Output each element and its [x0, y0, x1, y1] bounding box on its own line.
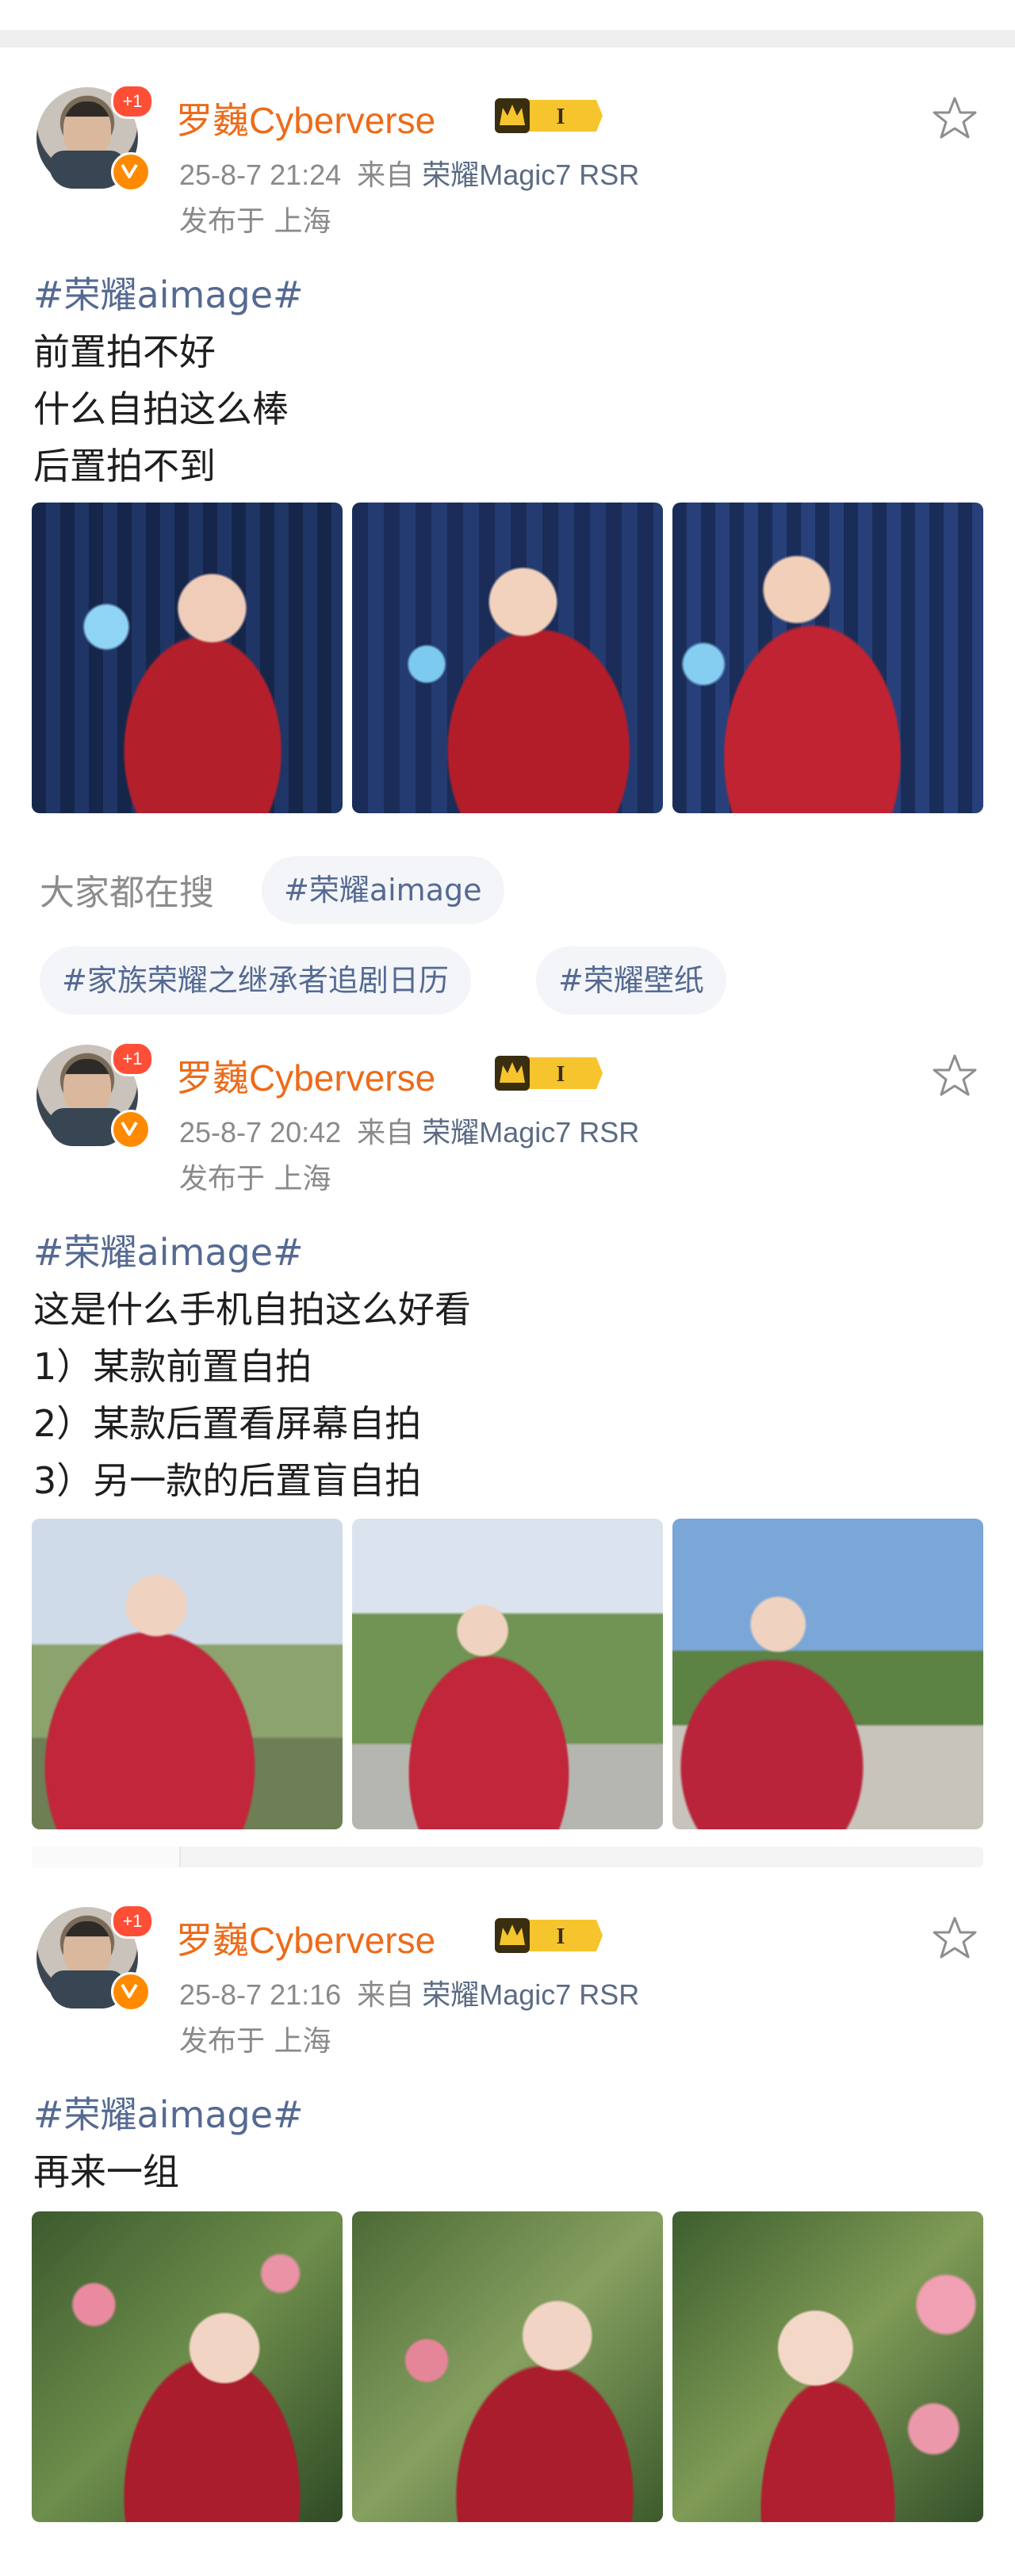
post-location: 发布于 上海	[179, 1163, 331, 1195]
image-grid	[32, 2211, 983, 2522]
search-chip[interactable]: #荣耀壁纸	[536, 946, 726, 1015]
hashtag-link[interactable]: #荣耀aimage#	[33, 2086, 304, 2143]
device-link[interactable]: 荣耀Magic7 RSR	[422, 1116, 639, 1148]
post-line: 前置拍不好	[33, 331, 216, 373]
post-date: 25-8-7 21:24	[179, 159, 342, 191]
post-line: 2）某款后置看屏幕自拍	[33, 1402, 422, 1445]
post-image[interactable]	[32, 2211, 343, 2522]
post-line: 这是什么手机自拍这么好看	[33, 1288, 471, 1331]
from-label: 来自	[357, 1116, 415, 1148]
avatar[interactable]: +1	[36, 1041, 154, 1149]
post-image[interactable]	[352, 2211, 663, 2522]
username[interactable]: 罗巍Cyberverse	[176, 92, 435, 144]
image-grid	[32, 503, 983, 813]
username[interactable]: 罗巍Cyberverse	[176, 1049, 435, 1102]
verified-icon	[111, 152, 151, 192]
search-chip[interactable]: #荣耀aimage	[262, 856, 504, 924]
post-date: 25-8-7 20:42	[179, 1116, 342, 1148]
hashtag-link[interactable]: #荣耀aimage#	[33, 1224, 471, 1281]
post-meta: 25-8-7 20:42 来自 荣耀Magic7 RSR	[179, 1110, 639, 1151]
avatar[interactable]: +1	[36, 84, 154, 192]
post-text: #荣耀aimage# 再来一组	[33, 2086, 304, 2200]
post-meta: 25-8-7 21:16 来自 荣耀Magic7 RSR	[179, 1972, 639, 2013]
post-line: 什么自拍这么棒	[33, 388, 289, 430]
post-image[interactable]	[672, 2211, 983, 2522]
vip-level: I	[557, 1062, 565, 1087]
post-location: 发布于 上海	[179, 205, 331, 238]
post-image[interactable]	[32, 503, 343, 813]
post-image[interactable]	[352, 1519, 663, 1829]
feed-top-divider	[0, 30, 1015, 48]
vip-crown-icon[interactable]: I	[493, 1053, 604, 1094]
verified-icon	[111, 1972, 151, 2012]
verified-icon	[111, 1110, 151, 1149]
post-line: 再来一组	[33, 2150, 179, 2193]
star-icon[interactable]	[929, 1913, 980, 1964]
plus-badge: +1	[111, 1041, 154, 1076]
post-meta: 25-8-7 21:24 来自 荣耀Magic7 RSR	[179, 152, 639, 193]
search-chip[interactable]: #家族荣耀之继承者追剧日历	[40, 946, 471, 1015]
vip-crown-icon[interactable]: I	[493, 95, 604, 136]
post-date: 25-8-7 21:16	[179, 1978, 342, 2011]
post-image[interactable]	[672, 1519, 983, 1829]
device-link[interactable]: 荣耀Magic7 RSR	[422, 159, 639, 191]
star-icon[interactable]	[929, 94, 980, 144]
post-image[interactable]	[32, 1519, 343, 1829]
vip-level: I	[557, 105, 565, 129]
post-location: 发布于 上海	[179, 2025, 331, 2058]
post-text: #荣耀aimage# 这是什么手机自拍这么好看 1）某款前置自拍 2）某款后置看…	[33, 1224, 471, 1509]
username[interactable]: 罗巍Cyberverse	[176, 1912, 435, 1964]
star-icon[interactable]	[929, 1051, 980, 1102]
plus-badge: +1	[111, 84, 154, 119]
post-text: #荣耀aimage# 前置拍不好 什么自拍这么棒 后置拍不到	[33, 266, 304, 495]
avatar[interactable]: +1	[36, 1904, 154, 2012]
from-label: 来自	[357, 159, 415, 191]
post-line: 后置拍不到	[33, 445, 216, 487]
post-line: 3）另一款的后置盲自拍	[33, 1459, 422, 1502]
vip-level: I	[557, 1924, 565, 1949]
hashtag-link[interactable]: #荣耀aimage#	[33, 266, 304, 323]
trending-search-label: 大家都在搜	[40, 873, 214, 913]
plus-badge: +1	[111, 1904, 154, 1939]
post-image[interactable]	[352, 503, 663, 813]
device-link[interactable]: 荣耀Magic7 RSR	[422, 1978, 639, 2011]
image-grid	[32, 1519, 983, 1829]
post-separator	[32, 1847, 983, 1867]
post-line: 1）某款前置自拍	[33, 1345, 312, 1388]
vip-crown-icon[interactable]: I	[493, 1915, 604, 1956]
from-label: 来自	[357, 1978, 415, 2011]
post-image[interactable]	[672, 503, 983, 813]
